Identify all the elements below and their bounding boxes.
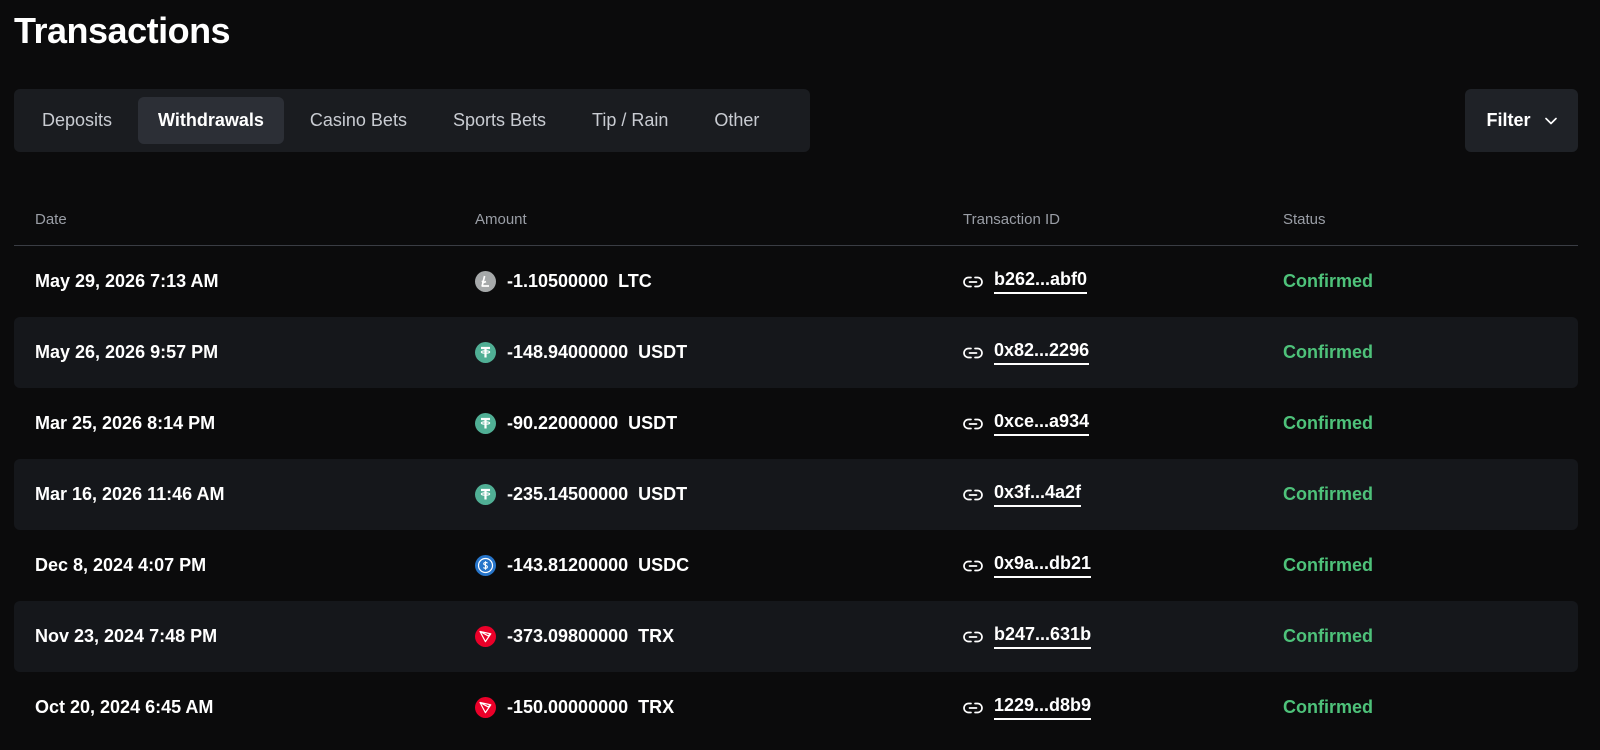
transaction-id-cell: 0x9a...db21: [963, 530, 1092, 601]
date-cell: Mar 25, 2026 8:14 PM: [35, 413, 216, 433]
status-badge: Confirmed: [1283, 342, 1373, 362]
link-icon: [963, 276, 983, 288]
link-icon: [963, 631, 983, 643]
amount-value: -235.14500000: [507, 484, 629, 504]
transaction-type-tabs: Deposits Withdrawals Casino Bets Sports …: [14, 89, 810, 152]
transaction-id-link[interactable]: 0x3f...4a2f: [994, 482, 1082, 507]
transactions-page: Transactions Deposits Withdrawals Casino…: [0, 0, 1600, 750]
amount-value: -143.81200000: [507, 555, 629, 575]
amount-cell: -150.00000000 TRX: [475, 672, 674, 743]
amount-value: -90.22000000: [507, 413, 619, 433]
ltc-icon: [475, 271, 496, 292]
amount-cell: -1.10500000 LTC: [475, 246, 652, 317]
header-status: Status: [1283, 211, 1326, 228]
transaction-id-link[interactable]: 0xce...a934: [994, 411, 1090, 436]
usdt-icon: [475, 342, 496, 363]
link-icon: [963, 489, 983, 501]
amount-currency: LTC: [618, 271, 652, 291]
status-badge: Confirmed: [1283, 697, 1373, 717]
amount-cell: -148.94000000 USDT: [475, 317, 687, 388]
status-badge: Confirmed: [1283, 555, 1373, 575]
transaction-id-cell: 0x82...2296: [963, 317, 1090, 388]
amount-cell: -373.09800000 TRX: [475, 601, 674, 672]
transaction-id-link[interactable]: 0x9a...db21: [994, 553, 1092, 578]
amount-currency: USDT: [638, 484, 688, 504]
transaction-id-cell: 0x3f...4a2f: [963, 459, 1082, 530]
amount-currency: TRX: [638, 697, 675, 717]
filter-button[interactable]: Filter: [1465, 89, 1578, 152]
transaction-id-link[interactable]: b262...abf0: [994, 269, 1088, 294]
date-cell: Oct 20, 2024 6:45 AM: [35, 697, 214, 717]
table-row: Mar 16, 2026 11:46 AM -235.14500000 USDT…: [14, 459, 1578, 530]
date-cell: May 26, 2026 9:57 PM: [35, 342, 219, 362]
header-date: Date: [35, 211, 67, 228]
tab-tip-rain[interactable]: Tip / Rain: [572, 97, 688, 144]
link-icon: [963, 560, 983, 572]
usdt-icon: [475, 413, 496, 434]
tab-casino-bets[interactable]: Casino Bets: [290, 97, 427, 144]
transaction-id-cell: 0xce...a934: [963, 388, 1090, 459]
amount-value: -148.94000000: [507, 342, 629, 362]
transaction-id-cell: b262...abf0: [963, 246, 1088, 317]
table-row: May 29, 2026 7:13 AM -1.10500000 LTC b26…: [14, 246, 1578, 317]
amount-value: -1.10500000: [507, 271, 609, 291]
amount-currency: USDC: [638, 555, 690, 575]
status-badge: Confirmed: [1283, 271, 1373, 291]
status-badge: Confirmed: [1283, 413, 1373, 433]
usdt-icon: [475, 484, 496, 505]
table-row: Oct 20, 2024 6:45 AM -150.00000000 TRX 1…: [14, 672, 1578, 743]
table-row: Mar 25, 2026 8:14 PM -90.22000000 USDT 0…: [14, 388, 1578, 459]
date-cell: Dec 8, 2024 4:07 PM: [35, 555, 207, 575]
trx-icon: [475, 626, 496, 647]
table-body: May 29, 2026 7:13 AM -1.10500000 LTC b26…: [14, 246, 1578, 743]
tab-other[interactable]: Other: [694, 97, 779, 144]
tab-withdrawals[interactable]: Withdrawals: [138, 97, 284, 144]
date-cell: Nov 23, 2024 7:48 PM: [35, 626, 218, 646]
link-icon: [963, 347, 983, 359]
amount-currency: TRX: [638, 626, 675, 646]
table-row: Dec 8, 2024 4:07 PM -143.81200000 USDC 0…: [14, 530, 1578, 601]
trx-icon: [475, 697, 496, 718]
status-badge: Confirmed: [1283, 626, 1373, 646]
amount-cell: -90.22000000 USDT: [475, 388, 677, 459]
amount-currency: USDT: [628, 413, 678, 433]
transaction-id-link[interactable]: 1229...d8b9: [994, 695, 1092, 720]
header-transaction-id: Transaction ID: [963, 211, 1060, 228]
transaction-id-link[interactable]: b247...631b: [994, 624, 1092, 649]
transactions-table: Date Amount Transaction ID Status May 29…: [14, 196, 1578, 743]
table-row: Nov 23, 2024 7:48 PM -373.09800000 TRX b…: [14, 601, 1578, 672]
amount-value: -150.00000000: [507, 697, 629, 717]
amount-cell: -235.14500000 USDT: [475, 459, 687, 530]
tab-sports-bets[interactable]: Sports Bets: [433, 97, 566, 144]
table-row: May 26, 2026 9:57 PM -148.94000000 USDT …: [14, 317, 1578, 388]
date-cell: May 29, 2026 7:13 AM: [35, 271, 219, 291]
page-title: Transactions: [14, 10, 231, 51]
chevron-down-icon: [1544, 117, 1557, 125]
status-badge: Confirmed: [1283, 484, 1373, 504]
transaction-id-cell: 1229...d8b9: [963, 672, 1092, 743]
link-icon: [963, 702, 983, 714]
date-cell: Mar 16, 2026 11:46 AM: [35, 484, 225, 504]
transaction-id-cell: b247...631b: [963, 601, 1092, 672]
link-icon: [963, 418, 983, 430]
amount-currency: USDT: [638, 342, 688, 362]
tab-deposits[interactable]: Deposits: [22, 97, 132, 144]
usdc-icon: [475, 555, 496, 576]
amount-cell: -143.81200000 USDC: [475, 530, 689, 601]
filter-label: Filter: [1486, 110, 1531, 130]
amount-value: -373.09800000: [507, 626, 629, 646]
table-header: Date Amount Transaction ID Status: [14, 196, 1578, 246]
header-amount: Amount: [475, 211, 527, 228]
transaction-id-link[interactable]: 0x82...2296: [994, 340, 1090, 365]
